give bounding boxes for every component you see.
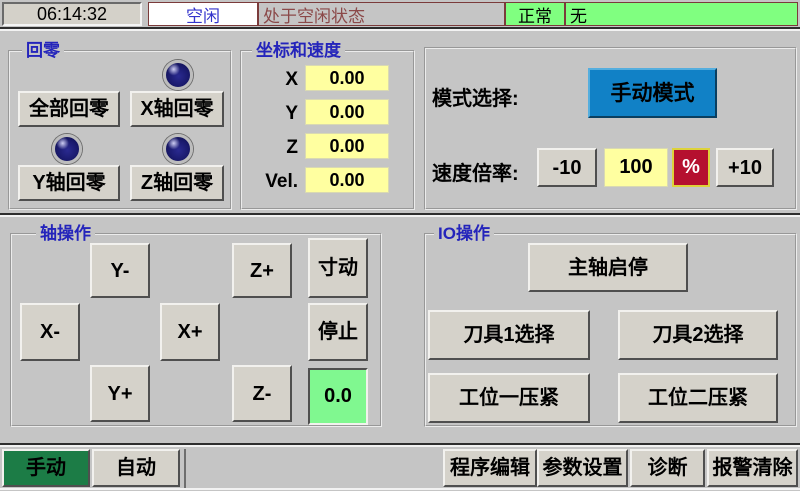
coord-label-x: X	[243, 69, 298, 91]
status-message: 处于空闲状态	[258, 2, 505, 26]
health-status-badge: 正常	[505, 2, 565, 26]
tab-separator	[184, 449, 186, 488]
station2-clamp-button[interactable]: 工位二压紧	[618, 373, 778, 423]
jog-mode-button[interactable]: 寸动	[308, 238, 368, 298]
tab-auto[interactable]: 自动	[92, 449, 180, 487]
stop-button[interactable]: 停止	[308, 303, 368, 361]
override-minus-button[interactable]: -10	[537, 148, 597, 187]
bottom-divider-light	[0, 445, 800, 447]
override-value: 100	[604, 148, 668, 187]
jog-x-minus-button[interactable]: X-	[20, 303, 80, 361]
homing-group-title: 回零	[22, 41, 64, 61]
tool2-select-button[interactable]: 刀具2选择	[618, 310, 778, 360]
override-plus-button[interactable]: +10	[716, 148, 774, 187]
mode-select-label: 模式选择:	[432, 82, 519, 111]
home-x-button[interactable]: X轴回零	[130, 91, 224, 127]
tab-manual[interactable]: 手动	[2, 449, 90, 487]
mid-divider-light	[0, 215, 800, 217]
y-home-led-icon	[52, 134, 82, 164]
home-y-button[interactable]: Y轴回零	[18, 165, 120, 201]
coords-group-title: 坐标和速度	[252, 41, 345, 61]
coord-value-y: 0.00	[305, 99, 389, 125]
clock-display: 06:14:32	[2, 2, 142, 26]
param-settings-button[interactable]: 参数设置	[537, 449, 628, 487]
coord-value-vel: 0.00	[305, 167, 389, 193]
spindle-toggle-button[interactable]: 主轴启停	[528, 243, 688, 292]
diagnose-button[interactable]: 诊断	[630, 449, 705, 487]
alarm-text: 无	[565, 2, 798, 26]
tool1-select-button[interactable]: 刀具1选择	[428, 310, 590, 360]
coord-label-vel: Vel.	[243, 171, 298, 193]
home-z-button[interactable]: Z轴回零	[130, 165, 224, 201]
jog-z-plus-button[interactable]: Z+	[232, 243, 292, 298]
station1-clamp-button[interactable]: 工位一压紧	[428, 373, 590, 423]
coord-value-x: 0.00	[305, 65, 389, 91]
override-label: 速度倍率:	[432, 157, 519, 186]
mode-button[interactable]: 手动模式	[588, 68, 717, 118]
z-home-led-icon	[163, 134, 193, 164]
jog-z-minus-button[interactable]: Z-	[232, 365, 292, 422]
jog-step-value[interactable]: 0.0	[308, 368, 368, 425]
machine-state-badge: 空闲	[148, 2, 258, 26]
axis-group-title: 轴操作	[36, 224, 95, 244]
program-edit-button[interactable]: 程序编辑	[443, 449, 537, 487]
x-home-led-icon	[163, 60, 193, 90]
screen-bottom-edge	[0, 488, 800, 490]
home-all-button[interactable]: 全部回零	[18, 91, 120, 127]
jog-x-plus-button[interactable]: X+	[160, 303, 220, 361]
coord-value-z: 0.00	[305, 133, 389, 159]
coord-label-z: Z	[243, 137, 298, 159]
override-percent-badge: %	[672, 148, 710, 187]
jog-y-minus-button[interactable]: Y-	[90, 243, 150, 298]
jog-y-plus-button[interactable]: Y+	[90, 365, 150, 422]
top-divider-light	[0, 29, 800, 31]
io-group-title: IO操作	[434, 224, 494, 244]
coord-label-y: Y	[243, 103, 298, 125]
alarm-clear-button[interactable]: 报警清除	[707, 449, 798, 487]
